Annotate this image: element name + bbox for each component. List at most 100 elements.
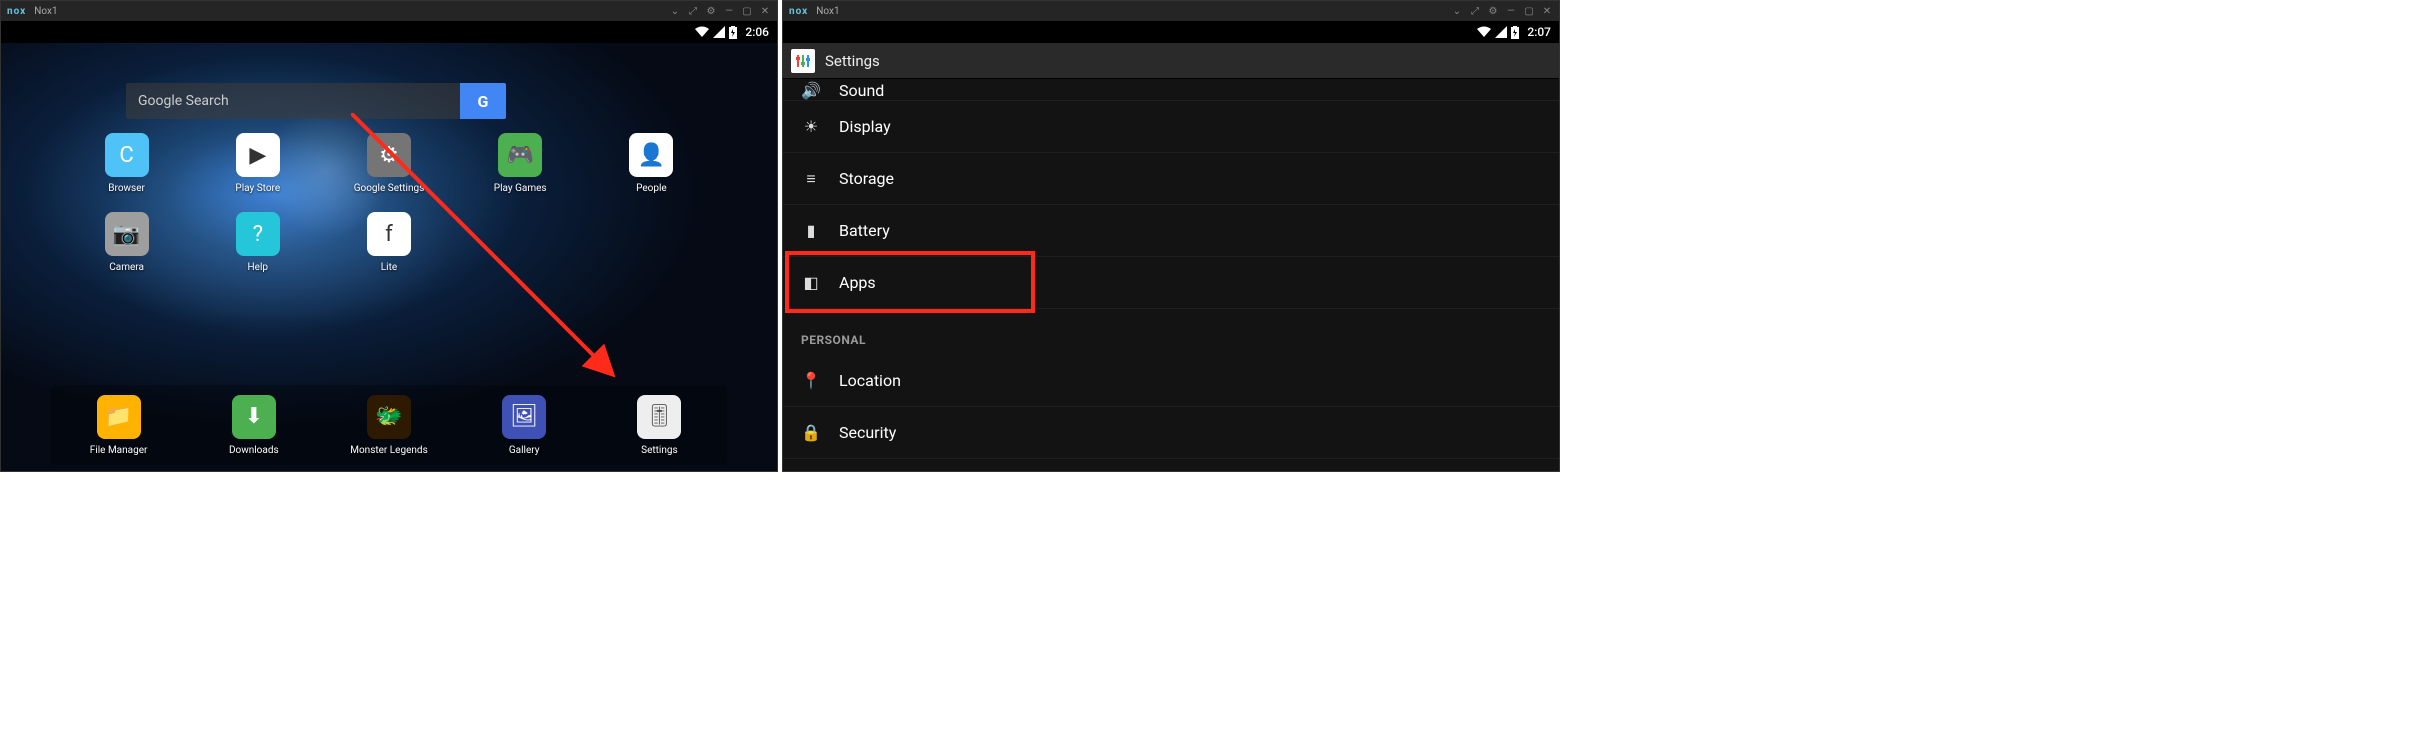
pane-home: nox Nox1 ⌄ ⤢ ⚙ — ▢ ✕ 2:06 Google Search … (0, 0, 778, 472)
app-label: Camera (109, 262, 144, 273)
settings-title: Settings (825, 52, 880, 70)
location-icon: 📍 (801, 371, 821, 391)
display-icon: ☀ (801, 117, 821, 137)
gear-icon[interactable]: ⚙ (705, 6, 717, 17)
window-titlebar-left: nox Nox1 ⌄ ⤢ ⚙ — ▢ ✕ (1, 1, 777, 21)
gear-icon[interactable]: ⚙ (1487, 6, 1499, 17)
settings-icon: 🎚 (637, 395, 681, 439)
battery-icon (729, 26, 737, 39)
app-play-store[interactable]: ▶ Play Store (192, 133, 323, 194)
app-label: People (636, 183, 667, 194)
settings-item-sound[interactable]: 🔊 Sound (783, 79, 1559, 101)
play-store-icon: ▶ (236, 133, 280, 177)
app-label: Downloads (229, 445, 279, 456)
battery-icon (1511, 26, 1519, 39)
home-screen: Google Search G C Browser▶ Play Store⚙ G… (1, 43, 777, 471)
app-label: Play Store (235, 183, 280, 194)
dock-app-downloads[interactable]: ⬇ Downloads (186, 395, 321, 456)
dock-app-settings[interactable]: 🎚 Settings (592, 395, 727, 456)
app-google-settings[interactable]: ⚙ Google Settings (323, 133, 454, 194)
app-label: Play Games (494, 183, 547, 194)
settings-item-label: Sound (839, 81, 884, 100)
dock-app-gallery[interactable]: 🖼 Gallery (457, 395, 592, 456)
settings-app-icon (791, 49, 815, 73)
app-label: Lite (381, 262, 397, 273)
dock-app-monster-legends[interactable]: 🐲 Monster Legends (321, 395, 456, 456)
home-dock: 📁 File Manager⬇ Downloads🐲 Monster Legen… (51, 385, 727, 465)
expand-icon[interactable]: ⤢ (1469, 6, 1481, 17)
settings-item-security[interactable]: 🔒 Security (783, 407, 1559, 459)
lite-icon: f (367, 212, 411, 256)
chevron-down-icon[interactable]: ⌄ (1451, 6, 1463, 17)
settings-item-label: Location (839, 371, 901, 390)
wifi-icon (695, 26, 709, 38)
dock-app-file-manager[interactable]: 📁 File Manager (51, 395, 186, 456)
gallery-icon: 🖼 (502, 395, 546, 439)
settings-list: 🔊 Sound☀ Display≡ Storage▮ Battery◧ Apps… (783, 79, 1559, 471)
battery-icon: ▮ (801, 221, 821, 241)
browser-icon: C (105, 133, 149, 177)
window-title: Nox1 (34, 6, 57, 17)
google-settings-icon: ⚙ (367, 133, 411, 177)
app-lite[interactable]: f Lite (323, 212, 454, 273)
app-label: Browser (108, 183, 145, 194)
settings-item-location[interactable]: 📍 Location (783, 355, 1559, 407)
security-icon: 🔒 (801, 423, 821, 443)
expand-icon[interactable]: ⤢ (687, 6, 699, 17)
settings-header: Settings (783, 43, 1559, 79)
settings-item-storage[interactable]: ≡ Storage (783, 153, 1559, 205)
app-camera[interactable]: 📷 Camera (61, 212, 192, 273)
pane-settings: nox Nox1 ⌄ ⤢ ⚙ — ▢ ✕ 2:07 Settings � (782, 0, 1560, 472)
android-status-bar-left: 2:06 (1, 21, 777, 43)
settings-item-label: Apps (839, 273, 876, 292)
nox-logo: nox (7, 6, 26, 17)
signal-icon (713, 26, 725, 38)
maximize-icon[interactable]: ▢ (1523, 6, 1535, 17)
app-browser[interactable]: C Browser (61, 133, 192, 194)
app-label: Monster Legends (350, 445, 428, 456)
app-label: Google Settings (354, 183, 425, 194)
status-time: 2:06 (745, 25, 769, 39)
settings-item-label: Storage (839, 169, 894, 188)
settings-section-personal: PERSONAL (783, 309, 1559, 355)
window-titlebar-right: nox Nox1 ⌄ ⤢ ⚙ — ▢ ✕ (783, 1, 1559, 21)
signal-icon (1495, 26, 1507, 38)
app-play-games[interactable]: 🎮 Play Games (455, 133, 586, 194)
apps-icon: ◧ (801, 273, 821, 293)
app-people[interactable]: 👤 People (586, 133, 717, 194)
sound-icon: 🔊 (801, 80, 821, 100)
camera-icon: 📷 (105, 212, 149, 256)
help-icon: ? (236, 212, 280, 256)
settings-item-label: Battery (839, 221, 890, 240)
storage-icon: ≡ (801, 169, 821, 189)
file-manager-icon: 📁 (97, 395, 141, 439)
home-app-grid: C Browser▶ Play Store⚙ Google Settings🎮 … (61, 133, 717, 273)
settings-item-display[interactable]: ☀ Display (783, 101, 1559, 153)
app-label: File Manager (90, 445, 148, 456)
people-icon: 👤 (629, 133, 673, 177)
wifi-icon (1477, 26, 1491, 38)
play-games-icon: 🎮 (498, 133, 542, 177)
close-icon[interactable]: ✕ (1541, 6, 1553, 17)
settings-item-battery[interactable]: ▮ Battery (783, 205, 1559, 257)
search-placeholder: Google Search (126, 93, 460, 109)
google-search-button[interactable]: G (460, 83, 506, 119)
monster-legends-icon: 🐲 (367, 395, 411, 439)
google-search-bar[interactable]: Google Search G (126, 83, 506, 119)
app-label: Settings (641, 445, 678, 456)
close-icon[interactable]: ✕ (759, 6, 771, 17)
nox-logo: nox (789, 6, 808, 17)
minimize-icon[interactable]: — (723, 6, 735, 17)
app-help[interactable]: ? Help (192, 212, 323, 273)
downloads-icon: ⬇ (232, 395, 276, 439)
settings-item-apps[interactable]: ◧ Apps (783, 257, 1559, 309)
app-label: Gallery (509, 445, 540, 456)
chevron-down-icon[interactable]: ⌄ (669, 6, 681, 17)
status-time: 2:07 (1527, 25, 1551, 39)
maximize-icon[interactable]: ▢ (741, 6, 753, 17)
minimize-icon[interactable]: — (1505, 6, 1517, 17)
window-title: Nox1 (816, 6, 839, 17)
app-label: Help (248, 262, 268, 273)
settings-item-label: Security (839, 423, 896, 442)
android-status-bar-right: 2:07 (783, 21, 1559, 43)
